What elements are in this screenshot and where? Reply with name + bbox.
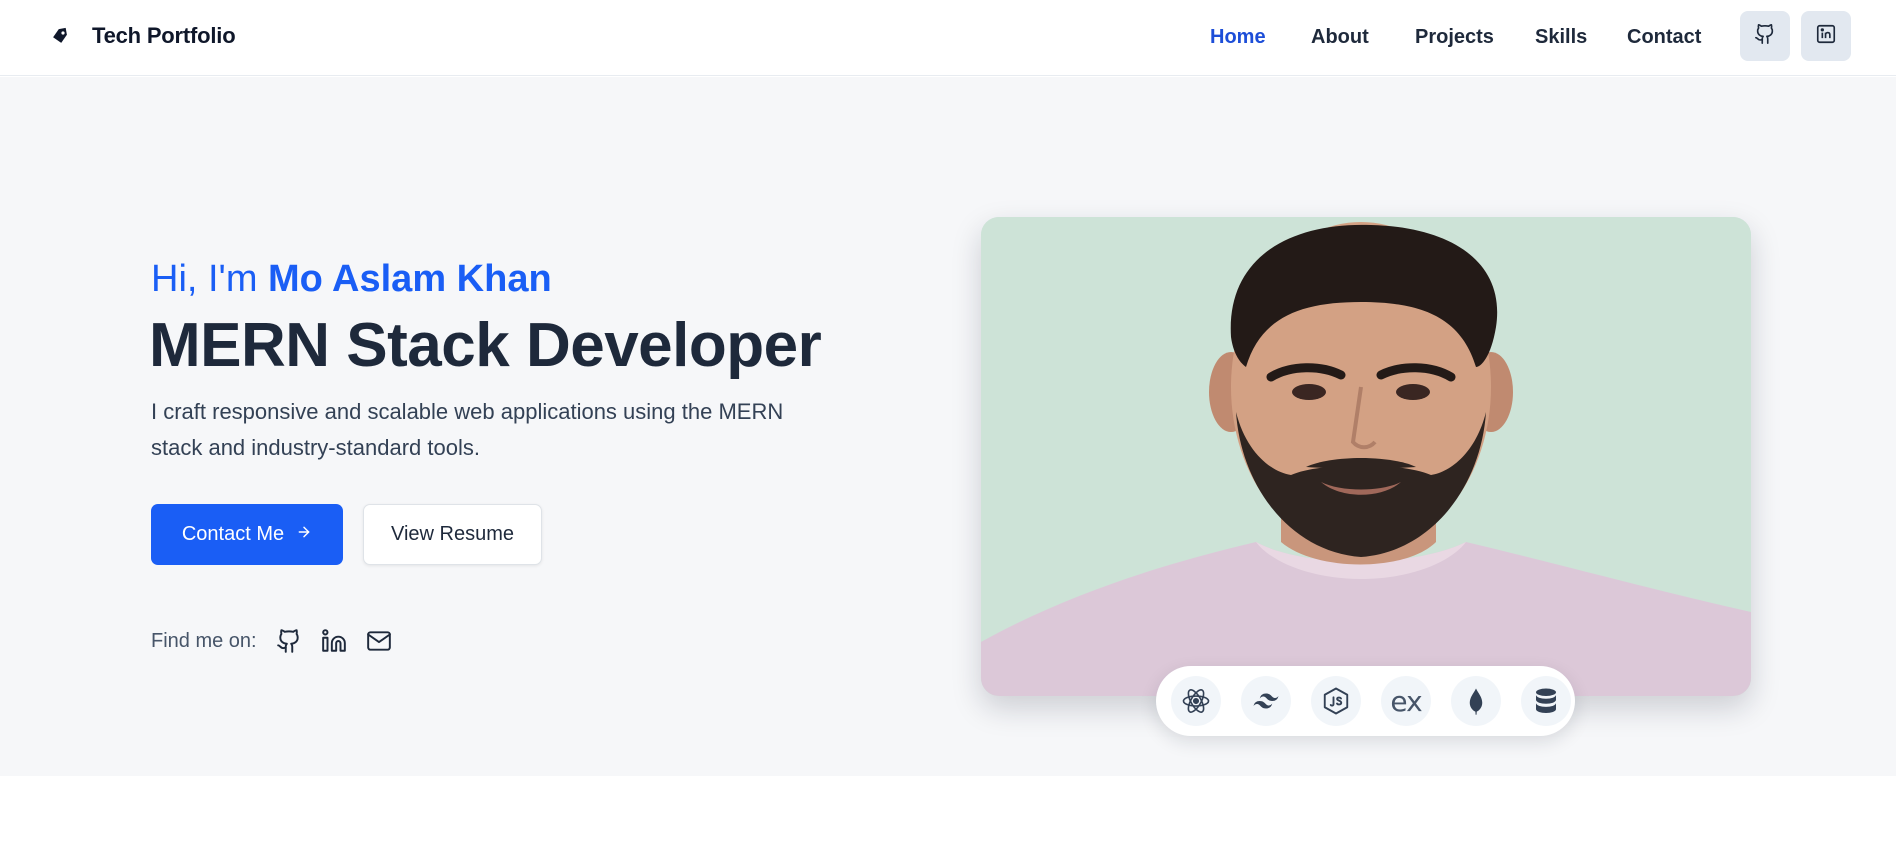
header-github-button[interactable] <box>1740 11 1790 61</box>
contact-me-label: Contact Me <box>181 523 285 545</box>
nav-skills[interactable]: Skills <box>1535 22 1587 52</box>
express-icon: ex <box>1381 676 1431 726</box>
header-linkedin-button[interactable] <box>1801 11 1851 61</box>
github-icon[interactable] <box>275 627 303 655</box>
tag-logo-icon <box>48 22 72 50</box>
tech-stack-bar: ex <box>1156 666 1575 736</box>
developer-name: Mo Aslam Khan <box>268 258 552 300</box>
profile-photo <box>981 217 1751 696</box>
hero-title: MERN Stack Developer <box>149 311 822 380</box>
profile-portrait <box>981 217 1751 696</box>
find-me-row: Find me on: <box>151 627 410 655</box>
find-me-label: Find me on: <box>151 629 257 652</box>
github-icon <box>1754 23 1776 50</box>
nav-home[interactable]: Home <box>1210 22 1266 52</box>
react-icon <box>1171 676 1221 726</box>
arrow-right-icon <box>296 523 312 546</box>
linkedin-icon[interactable] <box>320 627 348 655</box>
express-label: ex <box>1390 684 1422 718</box>
nav-contact[interactable]: Contact <box>1627 22 1701 52</box>
nav-projects[interactable]: Projects <box>1415 22 1494 52</box>
tailwind-icon <box>1241 676 1291 726</box>
mongodb-icon <box>1451 676 1501 726</box>
mail-icon[interactable] <box>365 627 393 655</box>
database-icon <box>1521 676 1571 726</box>
brand[interactable]: Tech Portfolio <box>48 22 236 50</box>
contact-me-button[interactable]: Contact Me <box>151 504 343 565</box>
brand-name: Tech Portfolio <box>92 23 236 48</box>
nav-about[interactable]: About <box>1311 22 1369 52</box>
top-navbar: Tech Portfolio Home About Projects Skill… <box>0 0 1896 76</box>
hero-description: I craft responsive and scalable web appl… <box>151 399 784 460</box>
hero-greeting: Hi, I'm Mo Aslam Khan <box>151 258 552 301</box>
greeting-prefix: Hi, I'm <box>151 258 269 300</box>
nodejs-icon <box>1311 676 1361 726</box>
view-resume-button[interactable]: View Resume <box>363 504 542 565</box>
linkedin-icon <box>1815 23 1837 50</box>
